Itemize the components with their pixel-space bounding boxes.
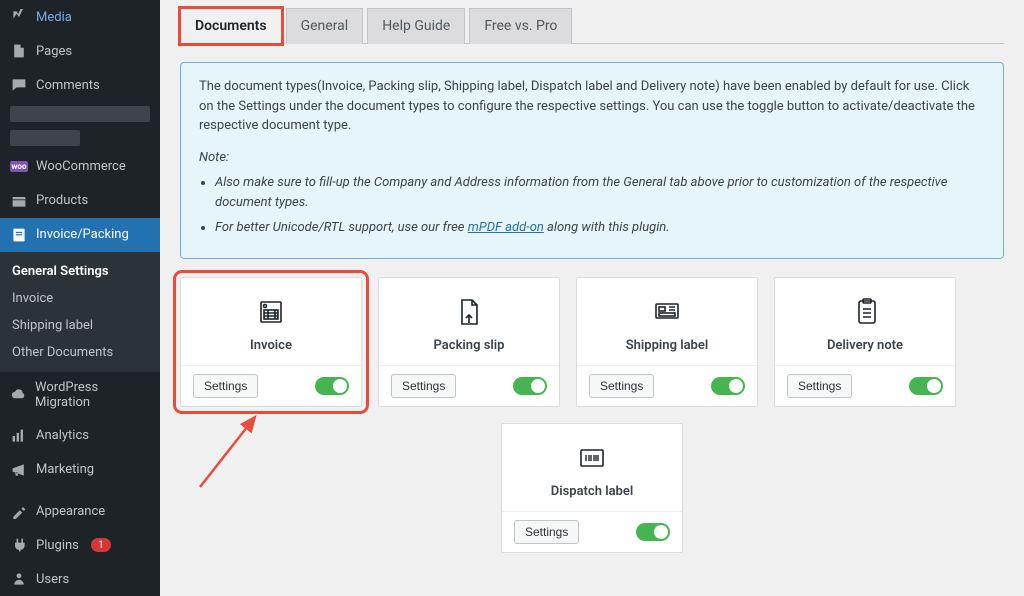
card-invoice: Invoice Settings: [180, 277, 362, 407]
tab-general[interactable]: General: [286, 8, 364, 44]
cloud-icon: [10, 386, 27, 404]
sidebar-label: Pages: [36, 44, 72, 59]
card-title: Dispatch label: [551, 484, 634, 499]
settings-button-delivery[interactable]: Settings: [787, 374, 852, 398]
notice-intro: The document types(Invoice, Packing slip…: [199, 77, 985, 136]
tab-documents[interactable]: Documents: [180, 8, 282, 44]
toggle-delivery[interactable]: [909, 377, 943, 395]
sidebar-item-analytics[interactable]: Analytics: [0, 419, 160, 453]
sidebar-submenu: General Settings Invoice Shipping label …: [0, 252, 160, 372]
sidebar-item-products[interactable]: Products: [0, 184, 160, 218]
settings-button-shipping[interactable]: Settings: [589, 374, 654, 398]
document-cards-row2: Dispatch label Settings: [180, 423, 1004, 553]
invoice-packing-icon: [10, 226, 28, 244]
sidebar-label: Comments: [36, 78, 100, 93]
submenu-other-documents[interactable]: Other Documents: [0, 339, 160, 366]
card-packing-slip: Packing slip Settings: [378, 277, 560, 407]
notice-note-label: Note:: [199, 148, 985, 168]
sidebar-item-pages[interactable]: Pages: [0, 34, 160, 68]
admin-sidebar: Media Pages Comments woo WooCommerce Pro…: [0, 0, 160, 596]
sidebar-item-woocommerce[interactable]: woo WooCommerce: [0, 150, 160, 184]
card-title: Delivery note: [827, 338, 903, 353]
comments-icon: [10, 76, 28, 94]
invoice-icon: [255, 296, 287, 328]
toggle-dispatch[interactable]: [636, 523, 670, 541]
submenu-invoice[interactable]: Invoice: [0, 285, 160, 312]
toggle-packing[interactable]: [513, 377, 547, 395]
sidebar-label: WordPress Migration: [35, 380, 150, 411]
sidebar-label: Appearance: [36, 504, 105, 519]
sidebar-item-appearance[interactable]: Appearance: [0, 494, 160, 528]
document-cards-grid: Invoice Settings Packing slip Settings: [180, 277, 1004, 407]
card-dispatch-label: Dispatch label Settings: [501, 423, 683, 553]
media-icon: [10, 8, 28, 26]
sidebar-label: Users: [36, 572, 69, 587]
card-delivery-note: Delivery note Settings: [774, 277, 956, 407]
sidebar-label: Plugins: [36, 538, 79, 553]
shipping-label-icon: [651, 296, 683, 328]
settings-button-dispatch[interactable]: Settings: [514, 520, 579, 544]
sidebar-label: Products: [36, 193, 88, 208]
submenu-shipping-label[interactable]: Shipping label: [0, 312, 160, 339]
sidebar-label: Media: [36, 10, 72, 25]
sidebar-item-plugins[interactable]: Plugins 1: [0, 528, 160, 562]
card-title: Shipping label: [626, 338, 709, 353]
sidebar-label: WooCommerce: [36, 159, 126, 174]
settings-button-packing[interactable]: Settings: [391, 374, 456, 398]
info-notice: The document types(Invoice, Packing slip…: [180, 62, 1004, 259]
analytics-icon: [10, 427, 28, 445]
woocommerce-icon: woo: [10, 158, 28, 176]
sidebar-label: Marketing: [36, 462, 94, 477]
delivery-note-icon: [849, 296, 881, 328]
sidebar-item-media[interactable]: Media: [0, 0, 160, 34]
tab-bar: Documents General Help Guide Free vs. Pr…: [180, 8, 1004, 44]
notice-bullet-2: For better Unicode/RTL support, use our …: [215, 218, 985, 238]
sidebar-item-comments[interactable]: Comments: [0, 68, 160, 102]
toggle-shipping[interactable]: [711, 377, 745, 395]
sidebar-item-invoice-packing[interactable]: Invoice/Packing: [0, 218, 160, 252]
pages-icon: [10, 42, 28, 60]
mpdf-addon-link[interactable]: mPDF add-on: [468, 220, 544, 235]
users-icon: [10, 570, 28, 588]
sidebar-placeholder: [10, 130, 80, 146]
sidebar-item-users[interactable]: Users: [0, 562, 160, 596]
packing-slip-icon: [453, 296, 485, 328]
plugins-badge: 1: [91, 538, 111, 552]
products-icon: [10, 192, 28, 210]
card-title: Invoice: [250, 338, 292, 353]
main-content: Documents General Help Guide Free vs. Pr…: [160, 0, 1024, 596]
sidebar-item-marketing[interactable]: Marketing: [0, 453, 160, 487]
submenu-general-settings[interactable]: General Settings: [0, 258, 160, 285]
card-shipping-label: Shipping label Settings: [576, 277, 758, 407]
appearance-icon: [10, 502, 28, 520]
tab-help-guide[interactable]: Help Guide: [367, 8, 465, 44]
sidebar-label: Invoice/Packing: [36, 227, 129, 242]
marketing-icon: [10, 461, 28, 479]
dispatch-label-icon: [576, 442, 608, 474]
plugins-icon: [10, 536, 28, 554]
sidebar-label: Analytics: [36, 428, 89, 443]
settings-button-invoice[interactable]: Settings: [193, 374, 258, 398]
tab-free-vs-pro[interactable]: Free vs. Pro: [469, 8, 572, 44]
toggle-invoice[interactable]: [315, 377, 349, 395]
notice-bullet-1: Also make sure to fill-up the Company an…: [215, 173, 985, 212]
sidebar-placeholder: [10, 106, 150, 122]
sidebar-item-wp-migration[interactable]: WordPress Migration: [0, 372, 160, 419]
card-title: Packing slip: [434, 338, 505, 353]
